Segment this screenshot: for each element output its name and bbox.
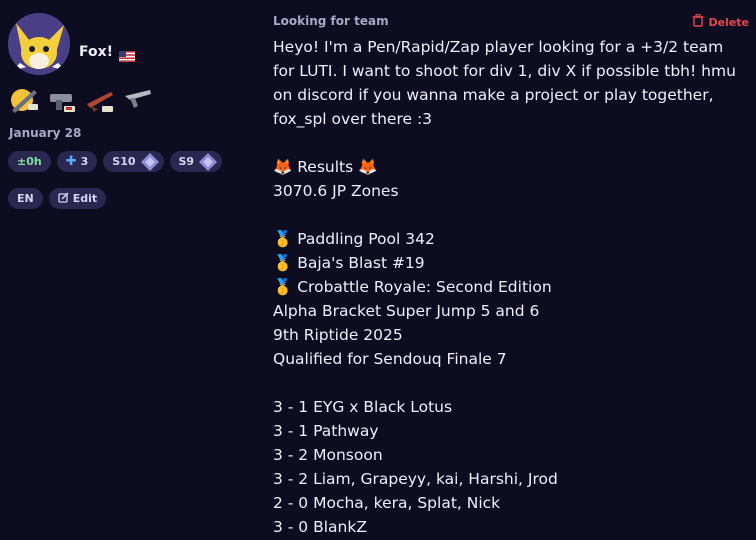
post-body-line bbox=[273, 131, 743, 155]
join-date: January 28 bbox=[9, 126, 82, 140]
post-body-line: 🥇 Crobattle Royale: Second Edition bbox=[273, 278, 552, 296]
badge-row-2: EN Edit bbox=[8, 188, 107, 209]
season-9-badge[interactable]: S9 bbox=[169, 151, 223, 172]
weapon-pencil-icon[interactable] bbox=[8, 84, 40, 116]
rank-diamond-icon bbox=[140, 152, 160, 172]
weapon-zap-icon[interactable] bbox=[84, 84, 116, 116]
plus-tier-badge[interactable]: ✚ 3 bbox=[56, 151, 98, 172]
season-9-label: S9 bbox=[178, 155, 195, 168]
post-body-line: fox_spl over there :3 bbox=[273, 110, 433, 128]
weapon-pool bbox=[8, 84, 154, 116]
post-body-line: 3 - 1 Pathway bbox=[273, 422, 379, 440]
name-row: Fox! bbox=[79, 44, 136, 62]
post-body-line: 🥇 Paddling Pool 342 bbox=[273, 230, 435, 248]
trash-icon bbox=[692, 14, 704, 30]
plus-icon: ✚ bbox=[65, 154, 77, 169]
season-10-badge[interactable]: S10 bbox=[103, 151, 164, 172]
delete-label: Delete bbox=[708, 15, 749, 29]
post-body-line: 3 - 1 EYG x Black Lotus bbox=[273, 398, 453, 416]
post-body-line: 3 - 2 Monsoon bbox=[273, 446, 383, 464]
post-body-line bbox=[273, 371, 743, 395]
post-body-line: 3 - 2 Liam, Grapeyy, kai, Harshi, Jrod bbox=[273, 470, 558, 488]
post-body-line: 9th Riptide 2025 bbox=[273, 326, 403, 344]
badge-row: ±0h ✚ 3 S10 S9 bbox=[8, 151, 223, 172]
post-body-line: 🦊 Results 🦊 bbox=[273, 158, 378, 176]
post-body-line: for LUTI. I want to shoot for div 1, div… bbox=[273, 62, 736, 80]
edit-icon bbox=[58, 191, 69, 206]
profile-name: Fox! bbox=[79, 44, 114, 60]
plus-hours-badge[interactable]: ±0h bbox=[8, 151, 51, 172]
post-type-heading: Looking for team bbox=[273, 14, 389, 28]
edit-button[interactable]: Edit bbox=[48, 188, 107, 209]
weapon-splattershot-icon[interactable] bbox=[122, 84, 154, 116]
post-body-line: Heyo! I'm a Pen/Rapid/Zap player looking… bbox=[273, 38, 724, 56]
post-body-line: 3 - 0 BlankZ bbox=[273, 518, 367, 536]
post-body-line bbox=[273, 203, 743, 227]
rank-diamond-icon bbox=[198, 152, 218, 172]
season-10-label: S10 bbox=[112, 155, 136, 168]
post-body: Heyo! I'm a Pen/Rapid/Zap player looking… bbox=[273, 35, 743, 539]
post-body-line: Alpha Bracket Super Jump 5 and 6 bbox=[273, 302, 540, 320]
us-flag-icon bbox=[119, 47, 136, 62]
delete-button[interactable]: Delete bbox=[692, 14, 749, 30]
post-body-line: Qualified for Sendouq Finale 7 bbox=[273, 350, 507, 368]
post-body-line: 🥇 Baja's Blast #19 bbox=[273, 254, 425, 272]
post-body-line: on discord if you wanna make a project o… bbox=[273, 86, 714, 104]
language-badge: EN bbox=[8, 188, 43, 209]
post-body-line: 2 - 0 Mocha, kera, Splat, Nick bbox=[273, 494, 501, 512]
edit-label: Edit bbox=[72, 192, 98, 205]
weapon-rapid-icon[interactable] bbox=[46, 84, 78, 116]
plus-tier-value: 3 bbox=[80, 155, 89, 168]
post-body-line: 3070.6 JP Zones bbox=[273, 182, 399, 200]
avatar[interactable] bbox=[8, 13, 70, 75]
